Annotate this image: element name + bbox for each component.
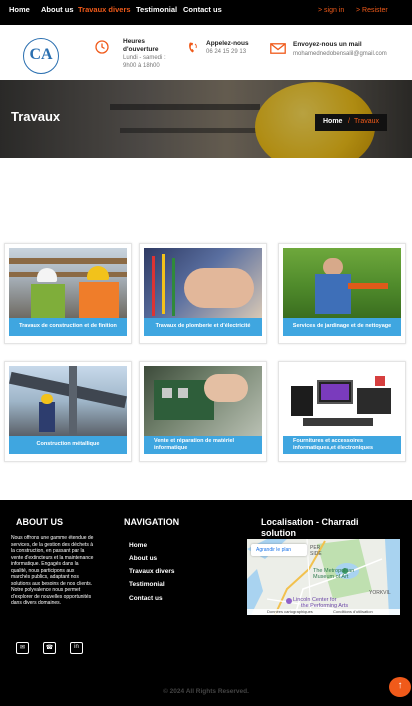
nav-about-us[interactable]: About us [41, 5, 74, 14]
top-navbar: Home About us Travaux divers Testimonial… [0, 0, 412, 25]
mail-title: Envoyez-nous un mail [293, 41, 362, 48]
call-title: Appelez-nous [206, 40, 249, 47]
sign-in-link[interactable]: > sign in [318, 7, 344, 14]
call-phone[interactable]: 06 24 15 29 13 [206, 48, 246, 56]
breadcrumb-home[interactable]: Home [323, 118, 342, 125]
footer-nav-contact-us[interactable]: Contact us [129, 595, 163, 602]
enlarge-map-button[interactable]: Agrandir le plan [251, 544, 307, 556]
phone-social-icon[interactable]: ☎ [43, 642, 56, 654]
footer-nav-home[interactable]: Home [129, 542, 147, 549]
breadcrumb: Home / Travaux [315, 114, 387, 131]
service-caption: Travaux de construction et de finition [9, 318, 127, 336]
service-card-plumbing[interactable]: Travaux de plomberie et d'électricité [139, 243, 267, 344]
breadcrumb-current: Travaux [354, 118, 380, 125]
electronics-image [283, 366, 401, 436]
service-card-it-supplies[interactable]: Fournitures et accessoires informatiques,… [278, 361, 406, 462]
scroll-to-top-button[interactable]: ↑ [389, 677, 411, 697]
it-repair-image [144, 366, 262, 436]
nav-travaux-divers[interactable]: Travaux divers [78, 5, 131, 14]
map-label: Museum of Art [313, 574, 349, 580]
company-logo[interactable]: CA [23, 38, 59, 74]
clock-icon [95, 40, 109, 54]
location-title: Localisation - Charradi solution [261, 517, 359, 538]
mail-icon [270, 43, 286, 54]
linkedin-icon[interactable]: in [70, 642, 83, 654]
service-card-construction[interactable]: Travaux de construction et de finition [4, 243, 132, 344]
about-text: Nous offrons une gamme étendue de servic… [11, 535, 94, 606]
service-card-it-repair[interactable]: Vente et réparation de matériel informati… [139, 361, 267, 462]
nav-home[interactable]: Home [9, 5, 30, 14]
mail-address[interactable]: mohamednedobensalil@gmail.com [293, 50, 387, 58]
metal-construction-image [9, 366, 127, 436]
footer-nav-testimonial[interactable]: Testimonial [129, 581, 165, 588]
service-caption: Services de jardinage et de nettoyage [283, 318, 401, 336]
hours-text: Lundi - samedi :9h00 à 18h00 [123, 55, 166, 69]
gardening-image [283, 248, 401, 318]
map-attribution-bar: Données cartographiques Conditions d'uti… [247, 609, 400, 615]
service-card-metal[interactable]: Construction métallique [4, 361, 132, 462]
about-title: ABOUT US [16, 517, 63, 527]
arrow-up-icon: ↑ [397, 680, 403, 691]
footer-nav-about-us[interactable]: About us [129, 555, 157, 562]
phone-icon [189, 42, 197, 53]
service-caption: Fournitures et accessoires informatiques,… [283, 436, 401, 454]
navigation-title: NAVIGATION [124, 517, 180, 527]
service-caption: Travaux de plomberie et d'électricité [144, 318, 262, 336]
breadcrumb-separator: / [348, 118, 350, 125]
site-header: CA Heures d'ouverture Lundi - samedi :9h0… [0, 25, 412, 80]
map-label: SIDE [310, 551, 322, 557]
map-label: YORKVIL [369, 590, 391, 596]
email-icon[interactable]: ✉ [16, 642, 29, 654]
location-map[interactable]: Agrandir le plan PER SIDE The Metropolit… [247, 539, 400, 615]
footer-nav-travaux-divers[interactable]: Travaux divers [129, 568, 175, 575]
nav-testimonial[interactable]: Testimonial [136, 5, 177, 14]
register-link[interactable]: > Resister [356, 7, 388, 14]
electrical-image [144, 248, 262, 318]
service-caption: Construction métallique [9, 436, 127, 454]
copyright-text: © 2024 All Rights Reserved. [163, 688, 249, 695]
nav-contact-us[interactable]: Contact us [183, 5, 222, 14]
service-card-gardening[interactable]: Services de jardinage et de nettoyage [278, 243, 406, 344]
service-caption: Vente et réparation de matériel informati… [144, 436, 262, 454]
hours-title: Heures d'ouverture [123, 38, 159, 53]
construction-image [9, 248, 127, 318]
page-title: Travaux [11, 109, 61, 124]
